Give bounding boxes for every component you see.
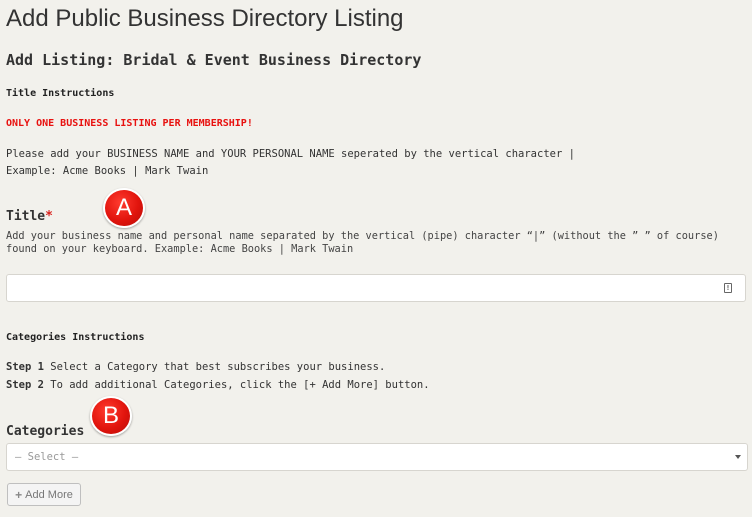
step-2-text: To add additional Categories, click the …	[43, 379, 430, 391]
page-title: Add Public Business Directory Listing	[6, 5, 404, 32]
chevron-down-icon	[735, 455, 741, 459]
add-more-button[interactable]: + Add More	[7, 483, 81, 506]
title-input[interactable]: !	[6, 274, 746, 302]
step-1-text: Select a Category that best subscribes y…	[43, 361, 386, 373]
step-1-instruction: Step 1 Select a Category that best subsc…	[6, 361, 385, 373]
title-instructions-example: Example: Acme Books | Mark Twain	[6, 165, 209, 177]
annotation-marker-a: A	[103, 188, 145, 228]
listing-subtitle: Add Listing: Bridal & Event Business Dir…	[6, 51, 422, 69]
categories-instructions-heading: Categories Instructions	[6, 332, 145, 343]
title-instructions-heading: Title Instructions	[6, 88, 115, 99]
step-2-instruction: Step 2 To add additional Categories, cli…	[6, 379, 430, 391]
required-asterisk: *	[45, 209, 53, 224]
categories-select[interactable]: — Select —	[6, 443, 748, 471]
title-instructions-text: Please add your BUSINESS NAME and YOUR P…	[6, 148, 575, 160]
info-card-icon[interactable]: !	[724, 283, 732, 293]
annotation-marker-b: B	[90, 396, 132, 436]
title-help-text: Add your business name and personal name…	[6, 230, 719, 255]
membership-warning: ONLY ONE BUSINESS LISTING PER MEMBERSHIP…	[6, 118, 253, 129]
step-2-label: Step 2	[6, 379, 44, 391]
categories-select-value: — Select —	[15, 451, 79, 463]
title-label-text: Title	[6, 209, 46, 224]
title-label: Title*	[6, 209, 53, 224]
add-more-label: Add More	[25, 488, 73, 501]
categories-label: Categories	[6, 424, 85, 439]
plus-icon: +	[15, 487, 23, 502]
step-1-label: Step 1	[6, 361, 44, 373]
